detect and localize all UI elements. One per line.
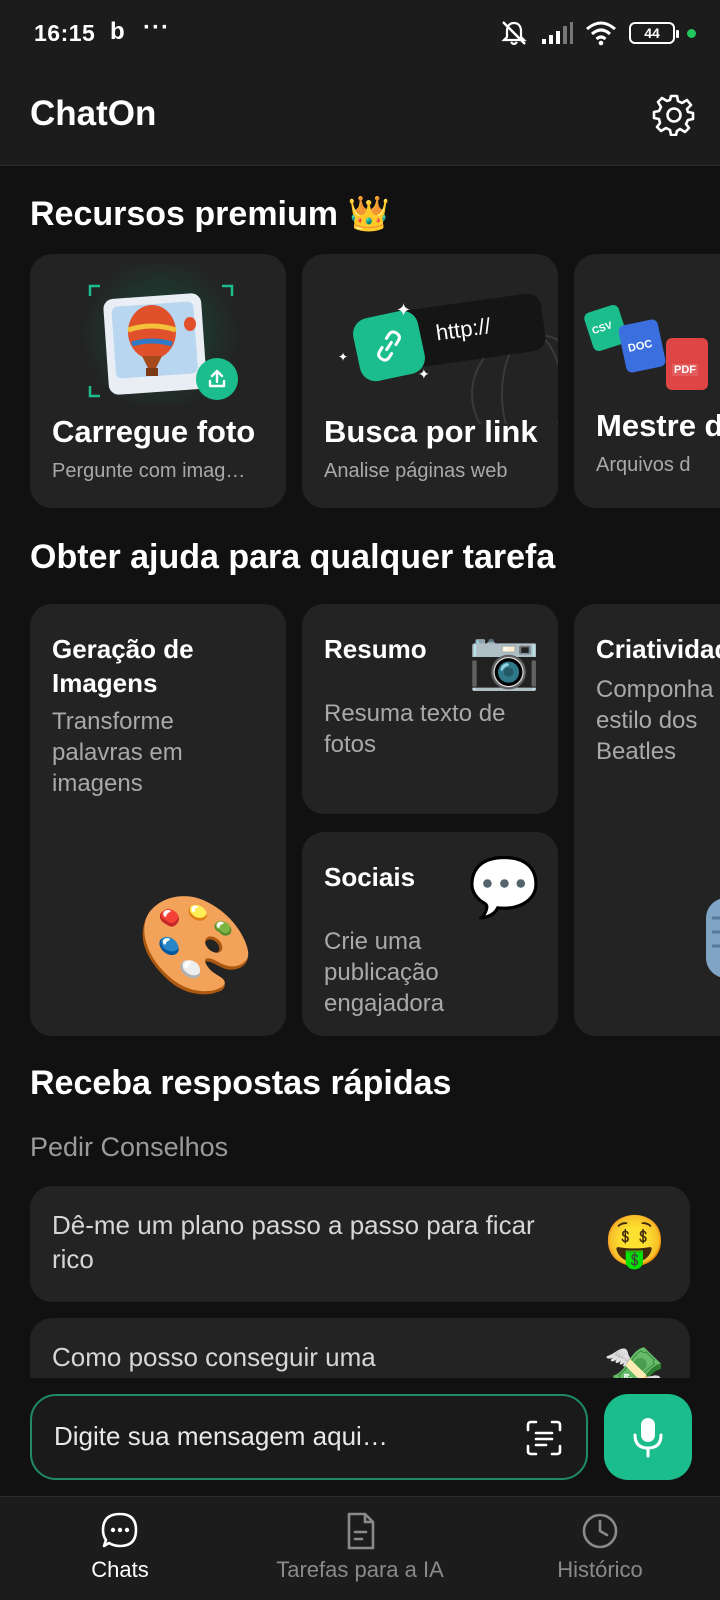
quick-answer-item[interactable]: Como posso conseguir uma 💸 [30,1318,690,1378]
social-subtitle: Crie uma publicação engajadora [324,928,445,1017]
pdf-file-icon: PDF [666,338,708,390]
microphone-icon [633,1418,663,1458]
social-title: Sociais [324,862,416,892]
composer: Digite sua mensagem aqui… [0,1378,720,1496]
voice-input-button[interactable] [604,1394,692,1480]
advice-category-label: Pedir Conselhos [30,1132,229,1162]
message-placeholder: Digite sua mensagem aqui… [54,1421,388,1451]
tasks-section-title: Obter ajuda para qualquer tarefa [30,538,556,576]
nav-ai-tasks-label: Tarefas para a IA [276,1557,444,1582]
money-face-icon: 🤑 [603,1213,666,1269]
image-generation-subtitle: Transforme palavras em imagens [52,708,183,797]
chat-bubble-icon [101,1512,138,1548]
document-master-subtitle: Arquivos d [596,454,691,476]
main-content[interactable]: Recursos premium 👑 Carregue foto Pergunt… [0,166,720,1378]
speech-bubble-icon: 💬 [468,855,541,920]
nav-history[interactable]: Histórico [530,1497,670,1600]
flying-money-icon: 💸 [603,1345,666,1378]
summary-subtitle: Resuma texto de fotos [324,700,506,758]
sparkle-icon: ✦ [418,366,430,382]
nav-history-label: Histórico [557,1557,643,1582]
link-search-subtitle: Analise páginas web [324,460,508,482]
quick-answer-item[interactable]: Dê-me um plano passo a passo para ficar … [30,1186,690,1302]
creativity-title: Criatividade [596,634,720,664]
nav-chats[interactable]: Chats [60,1497,180,1600]
summary-title: Resumo [324,634,427,664]
app-header: ChatOn [0,70,720,166]
status-bar: 16:15 b ··· 44 [0,0,720,70]
creativity-card[interactable]: Criatividade Componha no estilo dos Beat… [574,604,720,1036]
app-title: ChatOn [30,94,157,133]
image-generation-card[interactable]: Geração de Imagens Transforme palavras e… [30,604,286,1036]
doc-file-icon: DOC [617,318,667,374]
document-icon [347,1512,375,1550]
doc-badge: DOC [627,337,654,355]
social-card[interactable]: Sociais 💬 Crie uma publicação engajadora [302,832,558,1036]
creativity-subtitle: Componha no estilo dos Beatles [596,676,720,765]
quick-answers-title: Receba respostas rápidas [30,1064,452,1102]
image-generation-title: Geração de Imagens [52,634,194,698]
nav-chats-label: Chats [91,1557,149,1582]
premium-section-title: Recursos premium 👑 [30,195,390,233]
sparkle-icon: ✦ [396,300,412,320]
upload-icon [196,358,238,400]
upload-photo-title: Carregue foto [52,414,256,449]
mute-icon [501,21,527,46]
microphone-illustration [706,898,720,978]
signal-icon [542,22,573,44]
palette-icon: 🎨 [136,892,256,999]
pdf-badge: PDF [672,364,698,376]
more-notifications-icon: ··· [143,14,170,41]
quick-answer-text: Como posso conseguir uma [52,1342,376,1372]
nav-ai-tasks[interactable]: Tarefas para a IA [250,1497,470,1600]
quick-answer-text: Dê-me um plano passo a passo para ficar … [52,1210,535,1274]
upload-photo-card[interactable]: Carregue foto Pergunte com imag… [30,254,286,508]
scan-text-icon[interactable] [524,1418,564,1458]
status-time: 16:15 [34,20,96,46]
bottom-navigation: Chats Tarefas para a IA Histórico [0,1496,720,1600]
settings-gear-icon[interactable] [652,92,696,136]
battery-icon: 44 [629,22,679,44]
camera-icon: 📷 [468,627,541,692]
battery-level: 44 [644,25,660,41]
document-master-title: Mestre d [596,408,720,443]
url-text: http:// [434,313,493,346]
summary-card[interactable]: Resumo 📷 Resuma texto de fotos [302,604,558,814]
upload-photo-subtitle: Pergunte com imag… [52,460,246,482]
wifi-icon [586,21,616,46]
csv-badge: CSV [590,320,614,338]
document-master-card[interactable]: CSV DOC PDF Mestre d Arquivos d [574,254,720,508]
bing-notification-icon: b [110,18,125,45]
link-icon [350,307,428,385]
message-input[interactable]: Digite sua mensagem aqui… [30,1394,588,1480]
privacy-indicator-dot [687,28,696,38]
sparkle-icon: ✦ [338,350,349,364]
clock-icon [582,1513,618,1549]
link-search-card[interactable]: http:// ✦ ✦ ✦ Busca por link Analise pág… [302,254,558,508]
link-search-title: Busca por link [324,414,538,449]
